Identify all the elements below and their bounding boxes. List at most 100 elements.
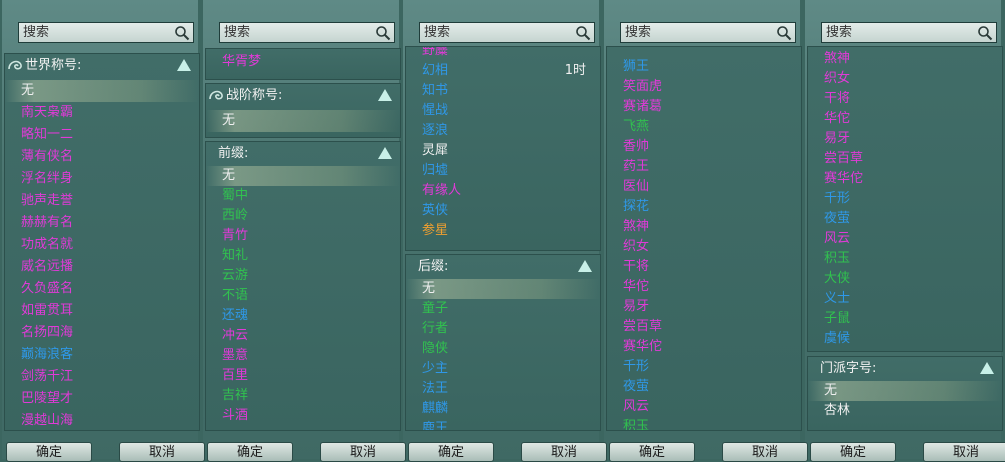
selected-list-item[interactable]: 无: [808, 381, 1002, 401]
cancel-button[interactable]: 取消: [119, 442, 205, 462]
list-item[interactable]: 医仙: [607, 177, 801, 197]
list-item[interactable]: 麒麟: [406, 399, 600, 419]
list-item[interactable]: 浮名绊身: [5, 168, 199, 190]
search-input[interactable]: [621, 23, 779, 42]
list-item[interactable]: 云游: [206, 266, 400, 286]
suffix-header[interactable]: 后缀:: [406, 255, 600, 279]
list-item[interactable]: 幻相 1时: [406, 61, 600, 81]
collapse-triangle-icon[interactable]: [578, 260, 592, 272]
list-item[interactable]: 剑荡千江: [5, 366, 199, 388]
list-item[interactable]: 尝百草: [607, 317, 801, 337]
confirm-button[interactable]: 确定: [810, 442, 896, 462]
search-input[interactable]: [19, 23, 177, 42]
list-item[interactable]: 大侠: [808, 269, 1002, 289]
list-item[interactable]: 行者: [406, 319, 600, 339]
list-item[interactable]: 如雷贯耳: [5, 300, 199, 322]
list-item[interactable]: 巴陵望才: [5, 388, 199, 410]
list-item[interactable]: 赫赫有名: [5, 212, 199, 234]
list-item[interactable]: 功成名就: [5, 234, 199, 256]
list-item[interactable]: 斗酒: [206, 406, 400, 426]
list-item[interactable]: 归墟: [406, 161, 600, 181]
list-item[interactable]: 知书: [406, 81, 600, 101]
list-item[interactable]: 西岭: [206, 206, 400, 226]
cancel-button[interactable]: 取消: [521, 442, 607, 462]
list-item[interactable]: 义士: [808, 289, 1002, 309]
list-item[interactable]: 少主: [406, 359, 600, 379]
list-item[interactable]: 赛诸葛: [607, 97, 801, 117]
list-item[interactable]: 参星: [406, 221, 600, 241]
list-item[interactable]: 墨意: [206, 346, 400, 366]
list-item[interactable]: 华胥梦: [206, 51, 400, 73]
list-item[interactable]: 鹿王: [406, 419, 600, 430]
confirm-button[interactable]: 确定: [408, 442, 494, 462]
list-item[interactable]: 风云: [808, 229, 1002, 249]
list-item[interactable]: 干将: [607, 257, 801, 277]
list-item[interactable]: 百里: [206, 366, 400, 386]
list-item[interactable]: 虞候: [808, 329, 1002, 349]
search-icon[interactable]: [776, 25, 792, 41]
world-title-header[interactable]: 世界称号:: [5, 54, 199, 78]
list-item[interactable]: 英侠: [406, 201, 600, 221]
list-item[interactable]: 冲云: [206, 326, 400, 346]
collapse-triangle-icon[interactable]: [378, 89, 392, 101]
list-item[interactable]: 薄有侠名: [5, 146, 199, 168]
cancel-button[interactable]: 取消: [722, 442, 808, 462]
list-item[interactable]: 风云: [607, 397, 801, 417]
list-item[interactable]: 赛华佗: [607, 337, 801, 357]
search-box[interactable]: [219, 22, 395, 43]
list-item[interactable]: 灵犀: [406, 141, 600, 161]
selected-list-item[interactable]: 无: [206, 166, 400, 186]
list-item[interactable]: 不语: [206, 286, 400, 306]
list-item[interactable]: 杏林: [808, 401, 1002, 421]
list-item[interactable]: 惺战: [406, 101, 600, 121]
list-item[interactable]: 夜萤: [808, 209, 1002, 229]
cancel-button[interactable]: 取消: [320, 442, 406, 462]
list-item[interactable]: 积玉: [607, 417, 801, 430]
list-item[interactable]: 南天枭霸: [5, 102, 199, 124]
search-icon[interactable]: [977, 25, 993, 41]
list-item[interactable]: 织女: [607, 237, 801, 257]
collapse-triangle-icon[interactable]: [177, 59, 191, 71]
list-item[interactable]: 织女: [808, 69, 1002, 89]
list-item[interactable]: 狮王: [607, 57, 801, 77]
list-item[interactable]: 积玉: [808, 249, 1002, 269]
list-item[interactable]: 千形: [607, 357, 801, 377]
list-item[interactable]: 煞神: [607, 217, 801, 237]
list-item[interactable]: 略知一二: [5, 124, 199, 146]
selected-list-item[interactable]: 无: [206, 110, 400, 132]
search-box[interactable]: [821, 22, 997, 43]
search-icon[interactable]: [575, 25, 591, 41]
list-item[interactable]: 夜萤: [607, 377, 801, 397]
cancel-button[interactable]: 取消: [923, 442, 1005, 462]
list-item[interactable]: 童子: [406, 299, 600, 319]
selected-list-item[interactable]: 无: [5, 80, 199, 102]
list-item[interactable]: 子鼠: [808, 309, 1002, 329]
list-item[interactable]: 易牙: [607, 297, 801, 317]
sect-title-header[interactable]: 门派字号:: [808, 357, 1002, 381]
search-input[interactable]: [220, 23, 378, 42]
list-item[interactable]: 野麋: [406, 47, 600, 61]
list-item[interactable]: 笑面虎: [607, 77, 801, 97]
list-item[interactable]: 法王: [406, 379, 600, 399]
search-box[interactable]: [18, 22, 194, 43]
search-box[interactable]: [419, 22, 595, 43]
search-input[interactable]: [420, 23, 578, 42]
selected-list-item[interactable]: 无: [406, 279, 600, 299]
rank-title-header[interactable]: 战阶称号:: [206, 84, 400, 108]
list-item[interactable]: 药王: [607, 157, 801, 177]
confirm-button[interactable]: 确定: [207, 442, 293, 462]
list-item[interactable]: 蜀中: [206, 186, 400, 206]
search-icon[interactable]: [174, 25, 190, 41]
list-item[interactable]: 名扬四海: [5, 322, 199, 344]
list-item[interactable]: 尝百草: [808, 149, 1002, 169]
collapse-triangle-icon[interactable]: [980, 362, 994, 374]
list-item[interactable]: 漫越山海: [5, 410, 199, 430]
prefix-header[interactable]: 前缀:: [206, 142, 400, 166]
confirm-button[interactable]: 确定: [609, 442, 695, 462]
list-item[interactable]: 有缘人: [406, 181, 600, 201]
list-item[interactable]: 隐侠: [406, 339, 600, 359]
list-item[interactable]: 探花: [607, 197, 801, 217]
list-item[interactable]: 久负盛名: [5, 278, 199, 300]
list-item[interactable]: 巅海浪客: [5, 344, 199, 366]
collapse-triangle-icon[interactable]: [378, 147, 392, 159]
